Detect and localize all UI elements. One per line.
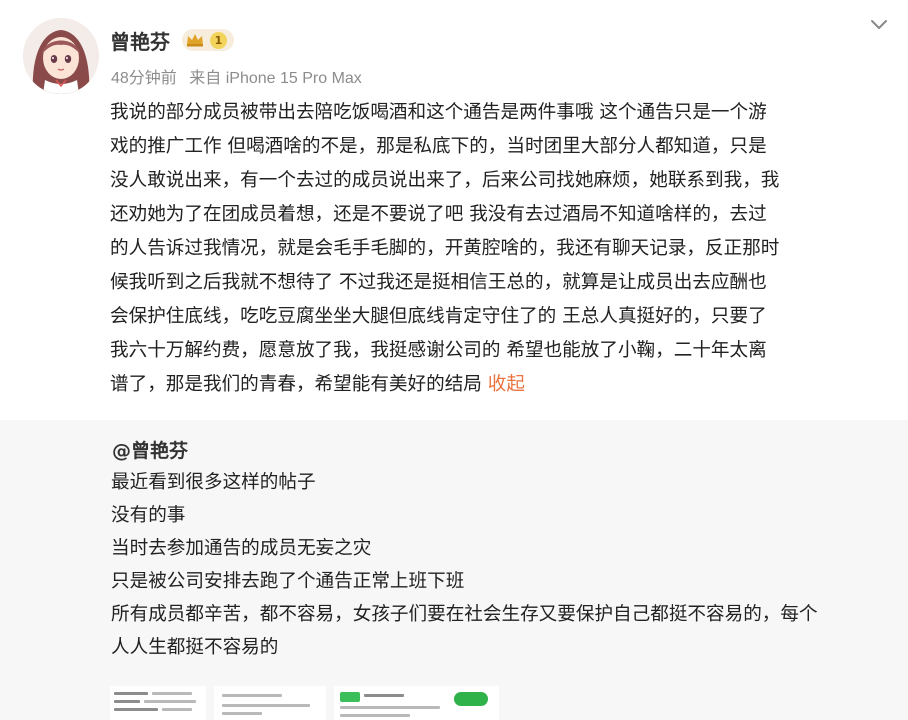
anime-girl-avatar-icon (23, 18, 99, 94)
post-time[interactable]: 48分钟前 (111, 70, 177, 87)
content-line-text: 谱了，那是我们的青春，希望能有美好的结局 (110, 374, 488, 395)
quoted-line: 没有的事 (111, 505, 186, 526)
post-source: 来自 iPhone 15 Pro Max (189, 70, 362, 87)
user-level-badge[interactable]: 1 (182, 29, 234, 51)
avatar[interactable] (23, 18, 99, 94)
content-line: 戏的推广工作 但喝酒啥的不是，那是私底下的，当时团里大部分人都知道，只是 (110, 136, 767, 157)
content-line: 候我听到之后我就不想待了 不过我还是挺相信王总的，就算是让成员出去应酬也 (110, 272, 767, 293)
post-meta: 48分钟前 来自 iPhone 15 Pro Max (111, 64, 362, 88)
username[interactable]: 曾艳芬 (110, 26, 170, 55)
chevron-down-icon[interactable] (866, 14, 892, 36)
weibo-post: 曾艳芬 1 48分钟前 来自 iPhone 15 Pro Max 我说的部分成员… (0, 0, 908, 420)
quoted-content: 最近看到很多这样的帖子 没有的事 当时去参加通告的成员无妄之灾 只是被公司安排去… (111, 466, 891, 664)
image-thumbnails (110, 686, 510, 720)
post-content: 我说的部分成员被带出去陪吃饭喝酒和这个通告是两件事哦 这个通告只是一个游 戏的推… (110, 96, 880, 402)
level-number: 1 (210, 31, 227, 49)
quoted-line: 人人生都挺不容易的 (111, 637, 279, 658)
content-line: 会保护住底线，吃吃豆腐坐坐大腿但底线肯定守住了的 王总人真挺好的，只要了 (110, 306, 767, 327)
content-line: 我六十万解约费，愿意放了我，我挺感谢公司的 希望也能放了小鞠，二十年太离 (110, 340, 767, 361)
quoted-line: 只是被公司安排去跑了个通告正常上班下班 (111, 571, 465, 592)
content-line: 没人敢说出来，有一个去过的成员说出来了，后来公司找她麻烦，她联系到我，我 (110, 170, 780, 191)
content-line: 的人告诉过我情况，就是会毛手毛脚的，开黄腔啥的，我还有聊天记录，反正那时 (110, 238, 780, 259)
content-line: 还劝她为了在团成员着想，还是不要说了吧 我没有去过酒局不知道啥样的，去过 (110, 204, 767, 225)
content-line: 我说的部分成员被带出去陪吃饭喝酒和这个通告是两件事哦 这个通告只是一个游 (110, 102, 767, 123)
collapse-link[interactable]: 收起 (488, 374, 525, 395)
image-thumbnail[interactable] (334, 686, 499, 720)
quoted-line: 所有成员都辛苦，都不容易，女孩子们要在社会生存又要保护自己都挺不容易的，每个 (111, 604, 818, 625)
image-thumbnail[interactable] (110, 686, 206, 720)
image-thumbnail[interactable] (214, 686, 326, 720)
quoted-author[interactable]: @曾艳芬 (112, 436, 188, 463)
crown-icon (187, 34, 203, 47)
quoted-line: 当时去参加通告的成员无妄之灾 (111, 538, 372, 559)
content-line-last: 谱了，那是我们的青春，希望能有美好的结局 收起 (110, 368, 880, 402)
quoted-line: 最近看到很多这样的帖子 (111, 472, 316, 493)
